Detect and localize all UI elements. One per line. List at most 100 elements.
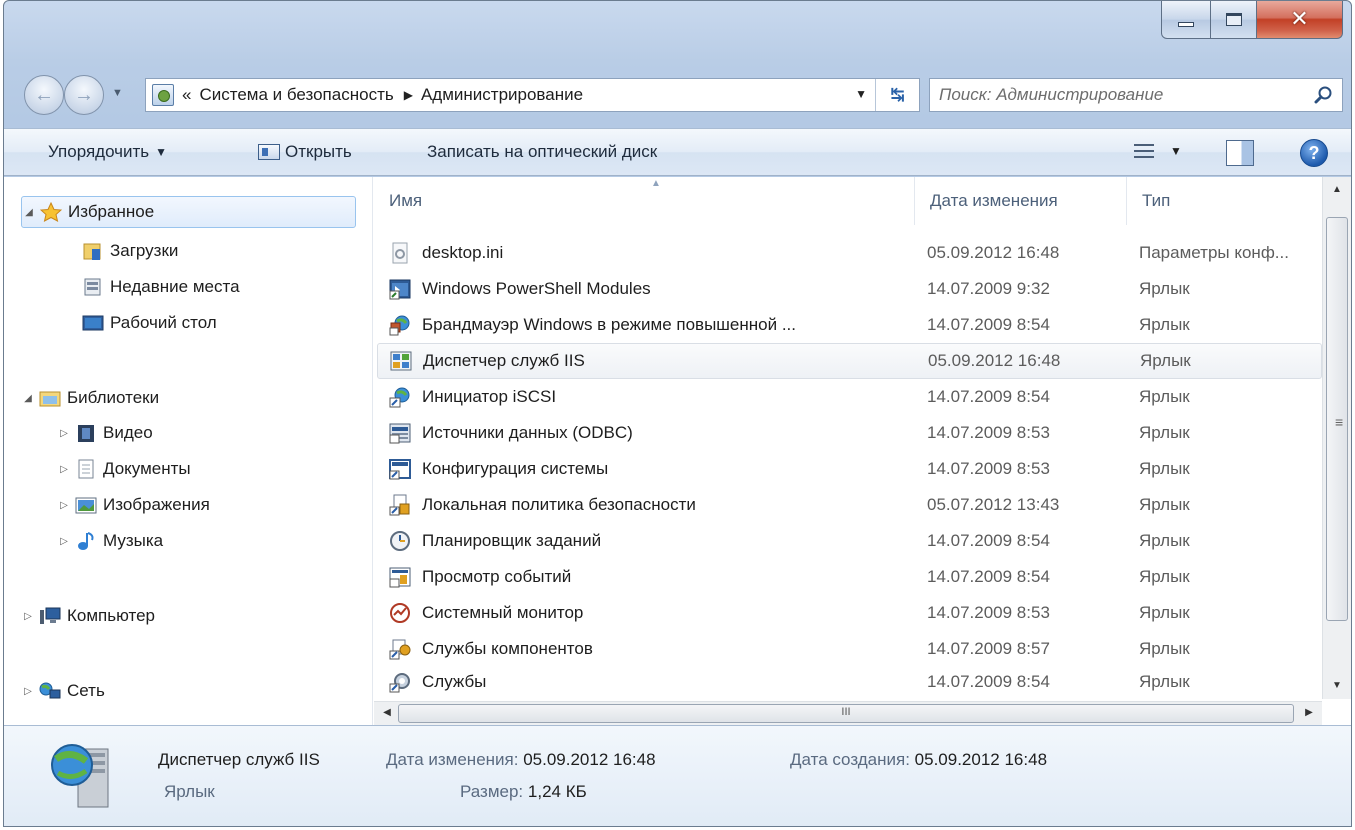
nav-item-computer[interactable]: ▷ Компьютер <box>21 600 155 632</box>
scroll-down-button[interactable]: ▼ <box>1323 675 1351 697</box>
details-pane: Диспетчер служб IIS Ярлык Дата изменения… <box>4 725 1351 826</box>
nav-label: Документы <box>103 459 191 478</box>
file-row[interactable]: Источники данных (ODBC) 14.07.2009 8:53 … <box>377 415 1322 451</box>
file-type: Ярлык <box>1139 495 1190 514</box>
details-size-value: 1,24 КБ <box>527 782 587 801</box>
recent-pages-dropdown[interactable]: ▼ <box>112 87 123 99</box>
breadcrumb-separator-icon[interactable]: ▶ <box>404 88 413 102</box>
scroll-right-button[interactable]: ▶ <box>1298 702 1320 724</box>
file-name: Службы <box>422 672 487 691</box>
open-button[interactable]: Открыть <box>258 142 352 162</box>
column-header-type[interactable]: Тип <box>1127 177 1322 225</box>
nav-item-favorites[interactable]: ◢ Избранное <box>21 196 356 228</box>
address-history-dropdown[interactable]: ▼ <box>855 87 867 101</box>
file-row[interactable]: Брандмауэр Windows в режиме повышенной .… <box>377 307 1322 343</box>
file-row[interactable]: Системный монитор 14.07.2009 8:53 Ярлык <box>377 595 1322 631</box>
file-row[interactable]: Локальная политика безопасности 05.07.20… <box>377 487 1322 523</box>
organize-label: Упорядочить <box>48 142 150 161</box>
file-name: Инициатор iSCSI <box>422 387 557 406</box>
minimize-button[interactable] <box>1161 1 1211 39</box>
file-date: 14.07.2009 9:32 <box>927 279 1050 298</box>
horizontal-scrollbar[interactable]: ◀ III ▶ <box>374 701 1322 725</box>
nav-item-downloads[interactable]: Загрузки <box>78 235 178 267</box>
file-date: 14.07.2009 8:54 <box>927 531 1050 550</box>
nav-item-recent-places[interactable]: Недавние места <box>78 271 240 303</box>
file-name: Источники данных (ODBC) <box>422 423 633 442</box>
task-scheduler-icon <box>390 531 410 551</box>
nav-item-video[interactable]: ▷ Видео <box>57 417 153 449</box>
collapse-icon[interactable]: ◢ <box>22 207 36 218</box>
scroll-left-button[interactable]: ◀ <box>376 702 398 724</box>
file-date: 14.07.2009 8:54 <box>927 567 1050 586</box>
preview-pane-button[interactable] <box>1226 140 1254 166</box>
odbc-icon <box>389 423 411 444</box>
breadcrumb-system-security[interactable]: Система и безопасность <box>199 85 393 105</box>
file-name: Конфигурация системы <box>422 459 609 478</box>
nav-item-documents[interactable]: ▷ Документы <box>57 453 191 485</box>
close-icon: ✕ <box>1290 7 1309 32</box>
search-icon[interactable] <box>1314 85 1334 105</box>
file-date: 14.07.2009 8:57 <box>927 639 1050 658</box>
nav-item-images[interactable]: ▷ Изображения <box>57 489 210 521</box>
details-created: Дата создания: 05.09.2012 16:48 <box>790 750 1047 770</box>
nav-item-music[interactable]: ▷ Музыка <box>57 525 163 557</box>
file-row[interactable]: Планировщик заданий 14.07.2009 8:54 Ярлы… <box>377 523 1322 559</box>
column-header-date[interactable]: Дата изменения <box>915 177 1127 225</box>
services-icon <box>389 673 410 693</box>
change-view-button[interactable]: ▼ <box>1134 143 1182 159</box>
computer-icon <box>40 607 61 624</box>
maximize-icon <box>1225 13 1242 26</box>
help-button[interactable]: ? <box>1300 139 1328 167</box>
nav-label: Загрузки <box>110 241 179 260</box>
minimize-icon <box>1178 22 1194 27</box>
expand-icon[interactable]: ▷ <box>57 464 71 475</box>
nav-label: Видео <box>103 423 153 442</box>
details-file-kind: Ярлык <box>164 782 215 801</box>
details-modified-value: 05.09.2012 16:48 <box>523 750 656 769</box>
address-bar[interactable]: « Система и безопасность ▶ Администриров… <box>145 78 920 112</box>
file-row[interactable]: Службы компонентов 14.07.2009 8:57 Ярлык <box>377 631 1322 667</box>
close-button[interactable]: ✕ <box>1257 1 1343 39</box>
address-overflow-chevron[interactable]: « <box>182 85 191 105</box>
firewall-icon <box>389 315 410 336</box>
file-date: 14.07.2009 8:54 <box>927 315 1050 334</box>
nav-item-desktop[interactable]: Рабочий стол <box>78 307 217 339</box>
nav-item-network[interactable]: ▷ Сеть <box>21 675 105 707</box>
expand-icon[interactable]: ▷ <box>21 611 35 622</box>
file-name: Брандмауэр Windows в режиме повышенной .… <box>422 315 796 334</box>
view-details-icon <box>1134 143 1154 159</box>
details-created-value: 05.09.2012 16:48 <box>914 750 1048 769</box>
horizontal-scroll-thumb[interactable]: III <box>398 704 1294 723</box>
file-row-highlighted[interactable]: Диспетчер служб IIS 05.09.2012 16:48 Ярл… <box>377 343 1322 379</box>
file-row[interactable]: Windows PowerShell Modules 14.07.2009 9:… <box>377 271 1322 307</box>
file-row[interactable]: desktop.ini 05.09.2012 16:48 Параметры к… <box>377 235 1322 271</box>
file-row[interactable]: Службы 14.07.2009 8:54 Ярлык <box>377 667 1322 697</box>
breadcrumb-administration[interactable]: Администрирование <box>421 85 583 105</box>
collapse-icon[interactable]: ◢ <box>21 393 35 404</box>
file-row[interactable]: Конфигурация системы 14.07.2009 8:53 Ярл… <box>377 451 1322 487</box>
nav-label: Изображения <box>103 495 210 514</box>
column-header-name[interactable]: Имя ▲ <box>374 177 915 225</box>
expand-icon[interactable]: ▷ <box>57 428 71 439</box>
organize-button[interactable]: Упорядочить ▼ <box>48 142 167 162</box>
expand-icon[interactable]: ▷ <box>57 536 71 547</box>
nav-label: Музыка <box>103 531 164 550</box>
vertical-scrollbar[interactable]: ▲ ≡ ▼ <box>1322 177 1351 699</box>
file-list-pane: Имя ▲ Дата изменения Тип desktop.ini 05.… <box>374 177 1351 725</box>
music-icon <box>78 532 94 550</box>
iis-icon <box>390 351 412 371</box>
file-date: 14.07.2009 8:54 <box>927 387 1050 406</box>
refresh-button[interactable]: ↹ <box>875 79 919 111</box>
vertical-scroll-thumb[interactable]: ≡ <box>1326 217 1348 621</box>
search-input[interactable] <box>930 80 1300 110</box>
expand-icon[interactable]: ▷ <box>57 500 71 511</box>
expand-icon[interactable]: ▷ <box>21 686 35 697</box>
maximize-button[interactable] <box>1211 1 1257 39</box>
file-row[interactable]: Инициатор iSCSI 14.07.2009 8:54 Ярлык <box>377 379 1322 415</box>
nav-item-libraries[interactable]: ◢ Библиотеки <box>21 382 159 414</box>
file-row[interactable]: Просмотр событий 14.07.2009 8:54 Ярлык <box>377 559 1322 595</box>
burn-disc-button[interactable]: Записать на оптический диск <box>427 142 657 162</box>
forward-button[interactable]: → <box>64 75 104 115</box>
scroll-up-button[interactable]: ▲ <box>1323 179 1351 201</box>
back-button[interactable]: ← <box>24 75 64 115</box>
